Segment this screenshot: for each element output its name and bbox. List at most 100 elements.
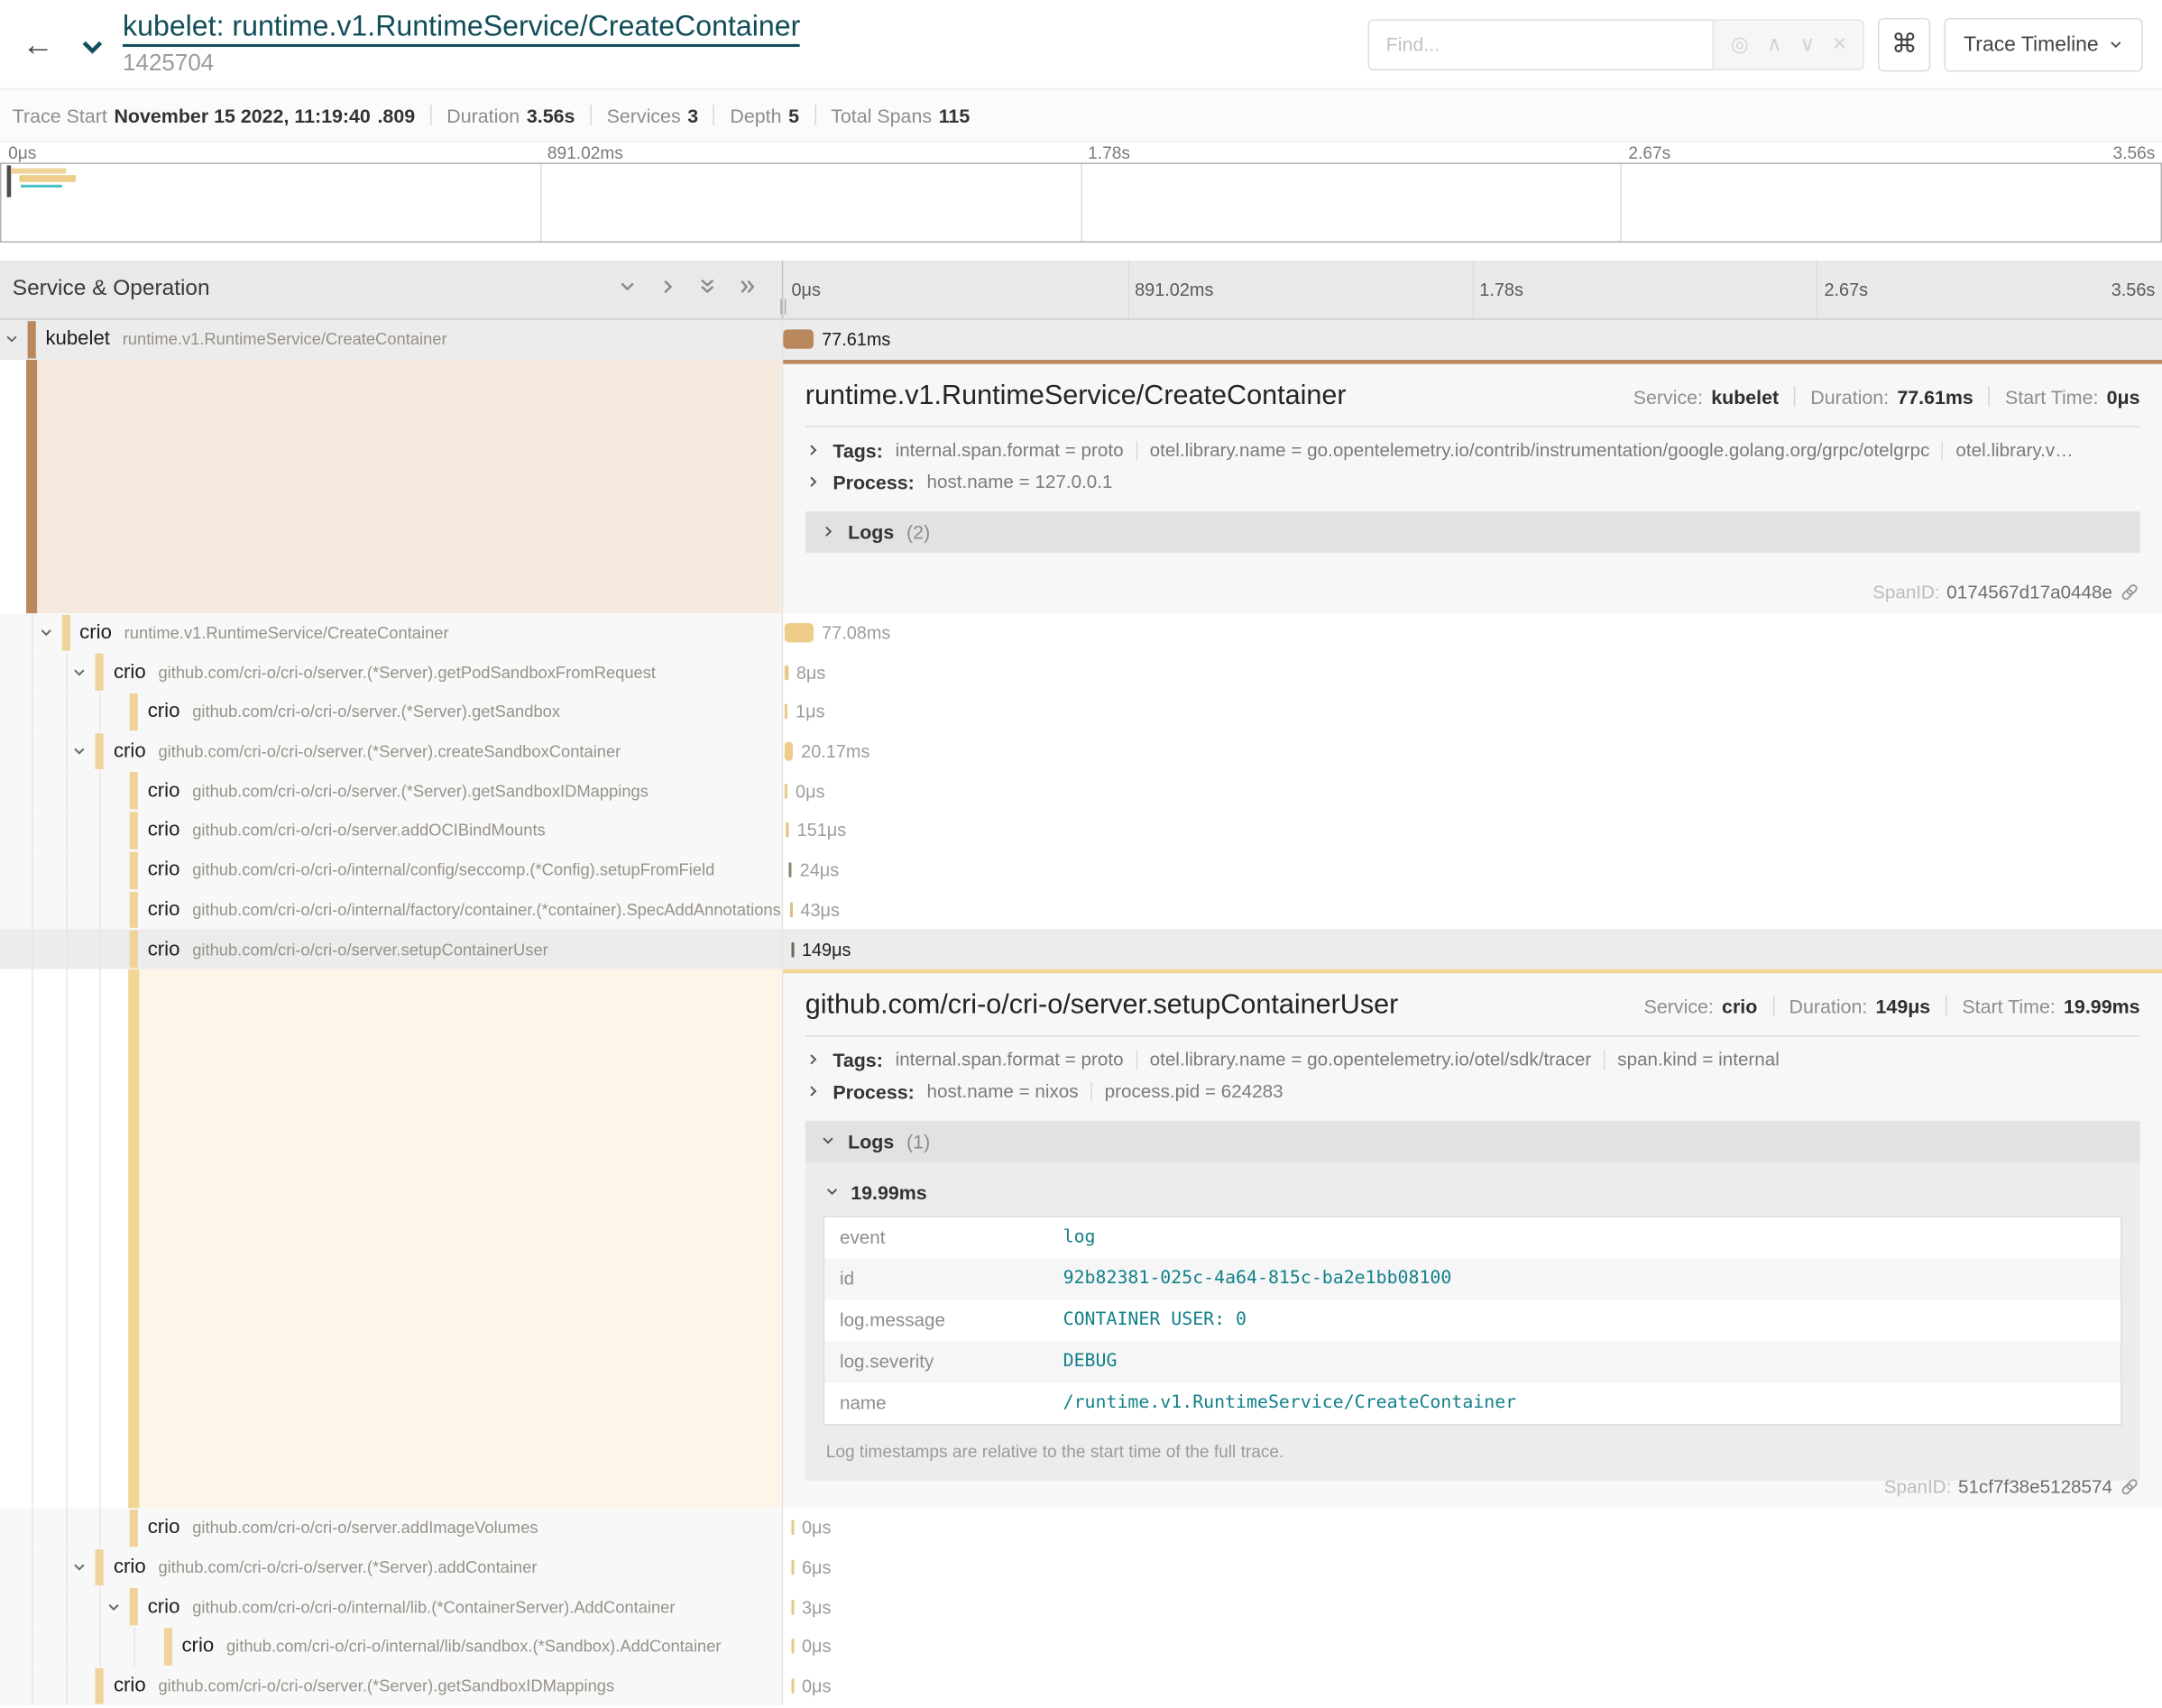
span-row[interactable]: criogithub.com/cri-o/cri-o/server.(*Serv… — [0, 693, 2162, 732]
span-row[interactable]: criogithub.com/cri-o/cri-o/server.setupC… — [0, 930, 2162, 969]
service-color-bar — [130, 813, 138, 849]
span-duration-bar[interactable] — [785, 704, 787, 720]
minimap-tick: 1.78s — [1088, 142, 1130, 161]
locate-icon[interactable]: ◎ — [1731, 32, 1749, 57]
indent-guide — [100, 693, 102, 732]
log-field-row: name/runtime.v1.RuntimeService/CreateCon… — [823, 1382, 2121, 1425]
span-row[interactable]: criogithub.com/cri-o/cri-o/internal/lib/… — [0, 1627, 2162, 1667]
operation-name: github.com/cri-o/cri-o/internal/factory/… — [192, 900, 781, 919]
expand-one-chevron-right-icon[interactable] — [658, 277, 676, 303]
log-field-value: CONTAINER USER: 0 — [1048, 1299, 2121, 1341]
trace-title[interactable]: kubelet: runtime.v1.RuntimeService/Creat… — [123, 11, 800, 47]
indent-guide — [100, 969, 102, 1508]
duration-label: 77.08ms — [822, 622, 890, 643]
span-row[interactable]: criogithub.com/cri-o/cri-o/server.(*Serv… — [0, 1667, 2162, 1706]
span-duration-bar[interactable] — [791, 1520, 794, 1536]
trace-view-dropdown[interactable]: Trace Timeline — [1945, 17, 2143, 71]
operation-name: runtime.v1.RuntimeService/CreateContaine… — [123, 330, 447, 349]
indent-guide — [66, 850, 68, 890]
duration-label: 24μs — [800, 859, 839, 880]
prev-result-icon[interactable]: ∧ — [1767, 32, 1782, 57]
indent-guide — [32, 613, 33, 653]
keyboard-shortcuts-button[interactable]: ⌘ — [1878, 17, 1930, 71]
chevron-down-icon[interactable] — [106, 1599, 122, 1614]
span-duration-bar[interactable] — [785, 784, 787, 799]
tags-toggle-row[interactable]: Tags: internal.span.format = proto otel.… — [805, 1049, 2140, 1070]
span-duration-bar[interactable] — [783, 330, 814, 349]
log-timestamp-note: Log timestamps are relative to the start… — [826, 1442, 2122, 1461]
span-row[interactable]: criogithub.com/cri-o/cri-o/server.(*Serv… — [0, 771, 2162, 811]
operation-name: github.com/cri-o/cri-o/server.addOCIBind… — [192, 821, 546, 840]
span-duration-bar[interactable] — [785, 665, 788, 680]
log-field-row: log.messageCONTAINER USER: 0 — [823, 1299, 2121, 1341]
indent-guide — [32, 771, 33, 811]
indent-guide — [100, 850, 102, 890]
logs-toggle-row[interactable]: Logs (2) — [805, 511, 2140, 553]
duration-label: 20.17ms — [801, 741, 869, 762]
span-duration-bar[interactable] — [789, 902, 792, 917]
chevron-down-icon[interactable] — [72, 1560, 87, 1575]
clear-search-icon[interactable]: × — [1833, 31, 1846, 59]
collapse-all-double-chevron-down-icon[interactable] — [698, 277, 717, 303]
detail-span-title: runtime.v1.RuntimeService/CreateContaine… — [805, 380, 1347, 411]
tag-item: otel.library.v… — [1955, 440, 2073, 461]
service-name: crio — [114, 1556, 146, 1578]
copy-link-icon[interactable] — [2120, 1476, 2140, 1497]
span-row[interactable]: criogithub.com/cri-o/cri-o/internal/conf… — [0, 850, 2162, 890]
expand-all-double-chevron-right-icon[interactable] — [738, 277, 757, 303]
service-name: kubelet — [45, 328, 109, 350]
span-row[interactable]: criogithub.com/cri-o/cri-o/internal/fact… — [0, 890, 2162, 930]
duration-label: 3μs — [802, 1596, 831, 1617]
chevron-down-icon[interactable] — [38, 625, 53, 640]
indent-guide — [32, 731, 33, 771]
span-row[interactable]: criogithub.com/cri-o/cri-o/internal/lib.… — [0, 1587, 2162, 1627]
next-result-icon[interactable]: ∨ — [1799, 32, 1815, 57]
duration-label: 0μs — [802, 1518, 831, 1538]
process-toggle-row[interactable]: Process: host.name = 127.0.0.1 — [805, 471, 2140, 492]
span-duration-bar[interactable] — [786, 823, 789, 839]
span-row[interactable]: criogithub.com/cri-o/cri-o/server.addOCI… — [0, 811, 2162, 850]
span-duration-bar[interactable] — [791, 1599, 794, 1614]
find-input[interactable] — [1368, 19, 1713, 70]
services-label: Services — [607, 104, 681, 125]
log-entry-toggle[interactable]: 19.99ms — [824, 1181, 2122, 1203]
service-color-bar — [96, 733, 104, 770]
process-toggle-row[interactable]: Process: host.name = nixos process.pid =… — [805, 1080, 2140, 1102]
ruler-tick: 2.67s — [1824, 280, 1868, 300]
operation-name: github.com/cri-o/cri-o/internal/config/s… — [192, 860, 714, 879]
collapse-one-chevron-down-icon[interactable] — [618, 277, 637, 303]
trace-minimap[interactable] — [0, 162, 2162, 243]
indent-guide — [100, 771, 102, 811]
span-duration-bar[interactable] — [785, 623, 814, 642]
span-row[interactable]: criogithub.com/cri-o/cri-o/server.(*Serv… — [0, 653, 2162, 693]
detail-span-title: github.com/cri-o/cri-o/server.setupConta… — [805, 989, 1399, 1021]
span-row[interactable]: crioruntime.v1.RuntimeService/CreateCont… — [0, 613, 2162, 653]
chevron-down-icon[interactable] — [72, 665, 87, 680]
minimap-tick: 3.56s — [2113, 142, 2156, 161]
indent-guide — [32, 1508, 33, 1547]
back-arrow-icon[interactable]: ← — [22, 25, 53, 62]
span-row[interactable]: criogithub.com/cri-o/cri-o/server.(*Serv… — [0, 1547, 2162, 1587]
logs-label: Logs — [848, 1130, 894, 1152]
log-fields-table: eventlog id92b82381-025c-4a64-815c-ba2e1… — [823, 1216, 2122, 1425]
chevron-down-icon[interactable] — [72, 744, 87, 759]
title-chevron-down-icon[interactable] — [78, 32, 106, 67]
span-row[interactable]: criogithub.com/cri-o/cri-o/server.(*Serv… — [0, 731, 2162, 771]
span-duration-bar[interactable] — [785, 742, 793, 761]
tags-toggle-row[interactable]: Tags: internal.span.format = proto otel.… — [805, 439, 2140, 461]
span-row[interactable]: kubelet runtime.v1.RuntimeService/CreateC… — [0, 320, 2162, 360]
service-color-bar — [130, 891, 138, 928]
span-duration-bar[interactable] — [791, 941, 794, 957]
indent-guide — [32, 1587, 33, 1627]
copy-link-icon[interactable] — [2120, 582, 2140, 602]
span-duration-bar[interactable] — [791, 1639, 794, 1654]
span-duration-bar[interactable] — [788, 862, 791, 877]
chevron-down-icon[interactable] — [5, 332, 20, 347]
log-field-value: log — [1048, 1217, 2121, 1259]
span-duration-bar[interactable] — [791, 1678, 794, 1694]
duration-label: 43μs — [800, 899, 839, 920]
span-duration-bar[interactable] — [791, 1560, 794, 1575]
logs-toggle-row[interactable]: Logs (1) — [805, 1121, 2140, 1162]
span-row[interactable]: criogithub.com/cri-o/cri-o/server.addIma… — [0, 1508, 2162, 1547]
duration-value: 77.61ms — [1897, 386, 1973, 408]
